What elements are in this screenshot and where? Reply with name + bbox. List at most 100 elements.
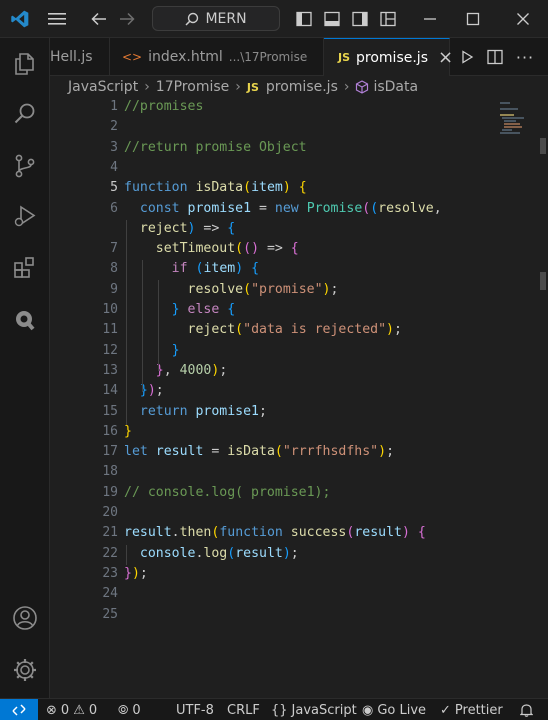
error-icon: ⊗: [46, 702, 57, 718]
indent-guide: [158, 280, 159, 371]
tab-label: Hell.js: [50, 49, 93, 65]
notifications-bell-icon[interactable]: [520, 699, 533, 720]
breadcrumb-folder-javascript[interactable]: JavaScript: [68, 79, 138, 95]
code-line[interactable]: result.then(function success(result) {: [124, 525, 426, 540]
line-number: 7: [110, 241, 118, 257]
workspace-name: MERN: [205, 10, 247, 27]
code-line[interactable]: const promise1 = new Promise((resolve,: [124, 201, 442, 216]
menu-icon[interactable]: [44, 0, 70, 38]
run-debug-icon[interactable]: [0, 192, 50, 240]
eol-selector[interactable]: CRLF: [227, 699, 260, 720]
language-mode-selector[interactable]: {} JavaScript: [271, 699, 357, 720]
broadcast-icon: ⦾: [118, 702, 129, 718]
command-center-search[interactable]: MERN: [152, 6, 280, 31]
breadcrumb: JavaScript › 17Promise › JS promise.js ›…: [50, 76, 548, 98]
indent-guide: [126, 220, 127, 425]
breadcrumb-file[interactable]: promise.js: [266, 79, 338, 95]
language-label: JavaScript: [291, 702, 357, 718]
explorer-icon[interactable]: [0, 40, 50, 88]
ports-count: 0: [132, 702, 141, 718]
check-all-icon: ✓: [440, 702, 451, 718]
line-number: 8: [110, 261, 118, 277]
accounts-icon[interactable]: [0, 594, 50, 642]
settings-gear-icon[interactable]: [0, 646, 50, 694]
js-file-icon: JS: [246, 80, 259, 94]
code-line[interactable]: if (item) {: [124, 261, 259, 276]
line-number: 24: [102, 586, 118, 602]
toggle-primary-sidebar-icon[interactable]: [292, 0, 316, 38]
source-control-icon[interactable]: [0, 142, 50, 190]
encoding-selector[interactable]: UTF-8: [176, 699, 214, 720]
forward-arrow-icon[interactable]: [116, 0, 138, 38]
line-number: 2: [110, 119, 118, 135]
tab-label: promise.js: [356, 49, 428, 66]
close-window-icon[interactable]: [508, 0, 538, 38]
code-line[interactable]: function isData(item) {: [124, 180, 307, 195]
remote-icon: [12, 704, 26, 716]
breadcrumb-symbol[interactable]: isData: [373, 79, 418, 95]
code-line[interactable]: reject) => {: [124, 221, 235, 236]
close-tab-icon[interactable]: ×: [438, 47, 453, 68]
minimize-icon[interactable]: [415, 0, 445, 38]
code-line[interactable]: console.log(result);: [124, 546, 299, 561]
code-line[interactable]: } else {: [124, 302, 236, 317]
line-number: 10: [102, 302, 118, 317]
scrollbar-marker: [540, 138, 546, 154]
toggle-panel-icon[interactable]: [320, 0, 344, 38]
warning-count: 0: [88, 702, 98, 718]
extensions-icon[interactable]: [0, 244, 50, 292]
toggle-secondary-sidebar-icon[interactable]: [348, 0, 372, 38]
code-line[interactable]: }, 4000);: [124, 363, 228, 378]
line-number: 18: [102, 464, 118, 480]
tab-index-html[interactable]: <> index.html ...\17Promise: [110, 38, 324, 76]
run-file-icon[interactable]: [456, 38, 478, 76]
minimap[interactable]: [498, 98, 538, 158]
scrollbar-marker: [540, 272, 546, 290]
line-number: 6: [110, 200, 118, 216]
indent-guide: [126, 545, 127, 565]
go-live-label: Go Live: [377, 702, 427, 718]
line-number: 12: [102, 342, 118, 358]
symbol-method-icon: [356, 80, 369, 94]
line-number: 21: [102, 525, 118, 541]
search-activity-icon[interactable]: [0, 90, 50, 138]
tab-hell-js[interactable]: Hell.js: [50, 38, 110, 76]
code-line[interactable]: // console.log( promise1);: [124, 485, 330, 500]
problems-indicator[interactable]: ⊗ 0 ⚠ 0: [46, 699, 97, 720]
code-line[interactable]: resolve("promise");: [124, 282, 339, 297]
back-arrow-icon[interactable]: [88, 0, 110, 38]
prettier-button[interactable]: ✓ Prettier: [440, 699, 503, 720]
code-line[interactable]: });: [124, 383, 164, 398]
code-line[interactable]: //promises: [124, 99, 203, 114]
js-file-icon: JS: [338, 51, 351, 64]
code-line[interactable]: }: [124, 424, 132, 439]
html-file-icon: <>: [122, 50, 143, 64]
split-editor-icon[interactable]: [484, 38, 506, 76]
tab-description: ...\17Promise: [228, 50, 308, 64]
code-line[interactable]: }: [124, 343, 180, 358]
maximize-icon[interactable]: [458, 0, 488, 38]
remote-indicator[interactable]: [0, 699, 38, 720]
code-line[interactable]: return promise1;: [124, 404, 267, 419]
breadcrumb-folder-17promise[interactable]: 17Promise: [156, 79, 229, 95]
status-bar: ⊗ 0 ⚠ 0 ⦾ 0 UTF-8 CRLF {} JavaScript ◉ G…: [0, 698, 548, 720]
line-number: 22: [102, 545, 118, 561]
code-line[interactable]: reject("data is rejected");: [124, 322, 402, 337]
code-line[interactable]: let result = isData("rrrfhsdfhs");: [124, 444, 394, 459]
code-line[interactable]: //return promise Object: [124, 140, 307, 155]
line-number: 13: [102, 362, 118, 378]
code-line[interactable]: setTimeout(() => {: [124, 241, 299, 256]
tab-promise-js[interactable]: JS promise.js ×: [324, 38, 453, 76]
customize-layout-icon[interactable]: [376, 0, 400, 38]
line-number: 15: [102, 403, 118, 419]
search-icon: [185, 12, 199, 26]
indent-guide: [142, 260, 143, 392]
quokka-extension-icon[interactable]: [0, 296, 50, 344]
activity-bar: [0, 38, 50, 698]
more-actions-icon[interactable]: ···: [512, 38, 538, 76]
ports-indicator[interactable]: ⦾ 0: [118, 699, 141, 720]
go-live-button[interactable]: ◉ Go Live: [362, 699, 426, 720]
code-line[interactable]: });: [124, 566, 148, 581]
code-editor[interactable]: 1 2 3 4 5 6 7 8 9 10 11 12 13 14 15 16 17 18 19 20 21 22 23 24 2…: [50, 98, 548, 698]
line-number: 14: [102, 383, 118, 399]
